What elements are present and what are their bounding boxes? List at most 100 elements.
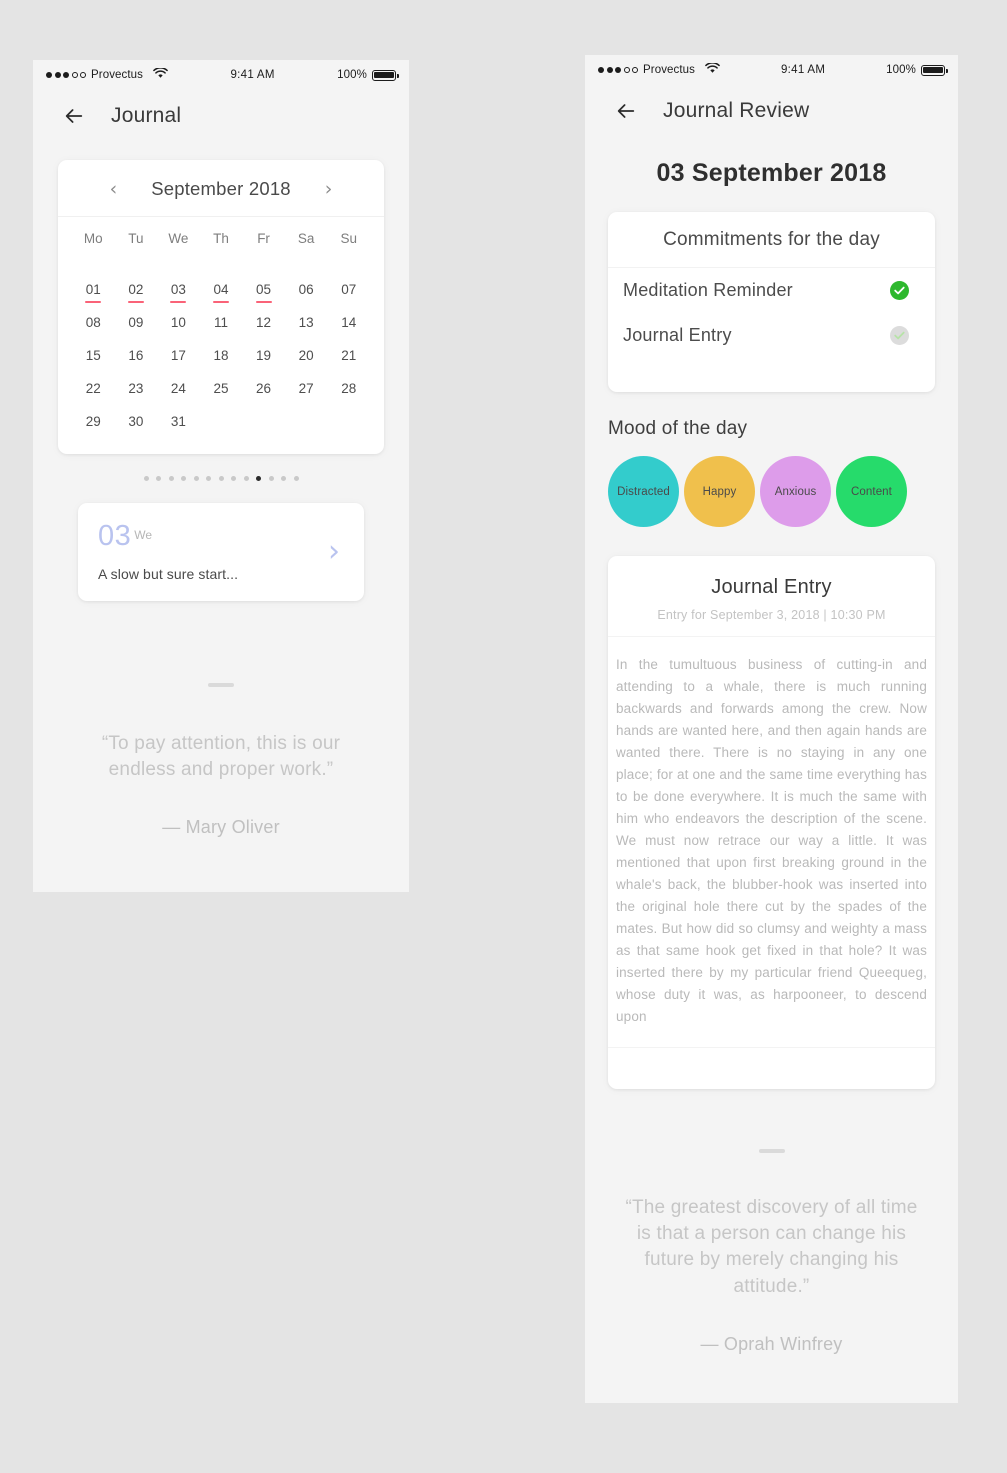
calendar-month-label: September 2018 xyxy=(151,178,291,199)
arrow-left-icon[interactable] xyxy=(63,105,85,127)
calendar-day-17[interactable]: 17 xyxy=(157,339,200,372)
pagination-dot[interactable] xyxy=(293,476,299,481)
review-date-heading: 03 September 2018 xyxy=(656,159,887,187)
calendar-day-06[interactable]: 06 xyxy=(285,273,328,306)
status-bar: Provectus 9:41 AM 100% xyxy=(585,55,958,85)
commitments-header: Commitments for the day xyxy=(608,212,935,268)
calendar-day-header: We xyxy=(168,231,189,246)
status-bar-left: Provectus xyxy=(598,62,720,77)
pagination-dot[interactable] xyxy=(218,476,224,481)
calendar-day-29[interactable]: 29 xyxy=(72,405,115,438)
calendar-day-28[interactable]: 28 xyxy=(327,372,370,405)
signal-strength-icon xyxy=(598,67,638,73)
journal-entry-footer xyxy=(608,1047,935,1089)
quote-text: “The greatest discovery of all time is t… xyxy=(625,1197,918,1297)
calendar-day-25[interactable]: 25 xyxy=(200,372,243,405)
calendar-day-03[interactable]: 03 xyxy=(157,273,200,306)
commitment-label: Meditation Reminder xyxy=(623,280,793,300)
calendar-day-16[interactable]: 16 xyxy=(115,339,158,372)
quote-author: — Mary Oliver xyxy=(162,817,280,838)
mood-option-happy[interactable]: Happy xyxy=(684,456,755,527)
carousel-pagination[interactable] xyxy=(33,476,409,481)
mood-option-anxious[interactable]: Anxious xyxy=(760,456,831,527)
calendar-day-headers: Mo Tu We Th Fr Sa Su xyxy=(58,217,384,259)
calendar-day-01[interactable]: 01 xyxy=(72,273,115,306)
calendar-day-22[interactable]: 22 xyxy=(72,372,115,405)
commitments-list: Meditation Reminder Journal Entry xyxy=(608,268,935,358)
calendar-day-header: Tu xyxy=(128,231,144,246)
navigation-bar: Journal Review xyxy=(585,85,958,123)
quote-author: — Oprah Winfrey xyxy=(700,1333,843,1354)
check-pending-icon[interactable] xyxy=(890,326,909,345)
calendar-day-grid: 01 02 03 04 05 06 07 08 09 10 11 12 13 14 15 16 17 18 19 20… xyxy=(58,259,384,438)
arrow-left-icon[interactable] xyxy=(615,100,637,122)
calendar-day-05[interactable]: 05 xyxy=(242,273,285,306)
calendar-day-07[interactable]: 07 xyxy=(327,273,370,306)
calendar-day-12[interactable]: 12 xyxy=(242,306,285,339)
calendar-day-18[interactable]: 18 xyxy=(200,339,243,372)
calendar-day-header: Sa xyxy=(297,231,315,246)
pagination-dot[interactable] xyxy=(181,476,186,481)
calendar-day-04[interactable]: 04 xyxy=(200,273,243,306)
calendar-day-header: Th xyxy=(213,231,229,246)
battery-percent-label: 100% xyxy=(337,69,367,81)
calendar-day-31[interactable]: 31 xyxy=(157,405,200,438)
pagination-dot[interactable] xyxy=(231,476,236,481)
calendar-day-empty xyxy=(327,405,370,438)
battery-icon xyxy=(921,64,948,76)
pagination-dot[interactable] xyxy=(243,476,249,481)
pagination-dot[interactable] xyxy=(281,476,286,481)
calendar-day-21[interactable]: 21 xyxy=(327,339,370,372)
calendar-day-empty xyxy=(242,405,285,438)
pagination-dot[interactable] xyxy=(143,476,149,481)
mood-option-content[interactable]: Content xyxy=(836,456,907,527)
calendar-day-13[interactable]: 13 xyxy=(285,306,328,339)
battery-percent-label: 100% xyxy=(886,64,916,76)
calendar-day-empty xyxy=(285,405,328,438)
pagination-dot[interactable] xyxy=(168,476,174,481)
calendar-day-26[interactable]: 26 xyxy=(242,372,285,405)
check-done-icon[interactable] xyxy=(890,281,909,300)
chevron-right-icon[interactable]: › xyxy=(328,537,340,567)
calendar-day-15[interactable]: 15 xyxy=(72,339,115,372)
calendar-day-08[interactable]: 08 xyxy=(72,306,115,339)
calendar-day-02[interactable]: 02 xyxy=(115,273,158,306)
calendar-card: ‹ September 2018 › Mo Tu We Th Fr Sa Su 01 02 03… xyxy=(58,160,384,454)
calendar-day-30[interactable]: 30 xyxy=(115,405,158,438)
pagination-dot[interactable] xyxy=(268,476,274,481)
commitment-row[interactable]: Meditation Reminder xyxy=(608,268,935,313)
calendar-day-header: Mo xyxy=(83,231,103,246)
journal-entry-body: In the tumultuous business of cutting-in… xyxy=(616,657,927,1024)
calendar-day-27[interactable]: 27 xyxy=(285,372,328,405)
phone-screen-journal-review: Provectus 9:41 AM 100% Journal Review 03… xyxy=(585,55,958,1403)
pagination-dot[interactable] xyxy=(256,476,261,481)
divider xyxy=(208,683,234,687)
calendar-day-24[interactable]: 24 xyxy=(157,372,200,405)
journal-entry-preview-card[interactable]: 03 We A slow but sure start... › xyxy=(78,503,364,601)
calendar-day-14[interactable]: 14 xyxy=(327,306,370,339)
calendar-day-20[interactable]: 20 xyxy=(285,339,328,372)
pagination-dot[interactable] xyxy=(156,476,161,481)
quote-text: “To pay attention, this is our endless a… xyxy=(101,733,341,781)
calendar-header: ‹ September 2018 › xyxy=(58,160,384,217)
calendar-day-23[interactable]: 23 xyxy=(115,372,158,405)
calendar-day-19[interactable]: 19 xyxy=(242,339,285,372)
carrier-label: Provectus xyxy=(643,64,696,76)
chevron-left-icon[interactable]: ‹ xyxy=(106,179,122,199)
journal-entry-card: Journal Entry Entry for September 3, 201… xyxy=(608,556,935,1089)
entry-preview-snippet: A slow but sure start... xyxy=(98,566,239,582)
divider xyxy=(758,1149,785,1153)
calendar-day-11[interactable]: 11 xyxy=(200,306,243,339)
mood-option-distracted[interactable]: Distracted xyxy=(608,456,679,527)
quote-block: “The greatest discovery of all time is t… xyxy=(585,1149,958,1355)
chevron-right-icon[interactable]: › xyxy=(321,179,337,199)
commitment-row[interactable]: Journal Entry xyxy=(608,313,935,358)
clock-label: 9:41 AM xyxy=(230,69,275,81)
calendar-day-10[interactable]: 10 xyxy=(157,306,200,339)
pagination-dot[interactable] xyxy=(206,476,211,481)
status-bar-right: 100% xyxy=(337,69,399,81)
commitment-label: Journal Entry xyxy=(623,325,732,345)
calendar-day-09[interactable]: 09 xyxy=(115,306,158,339)
pagination-dot[interactable] xyxy=(193,476,199,481)
mood-section-title: Mood of the day xyxy=(608,418,748,439)
